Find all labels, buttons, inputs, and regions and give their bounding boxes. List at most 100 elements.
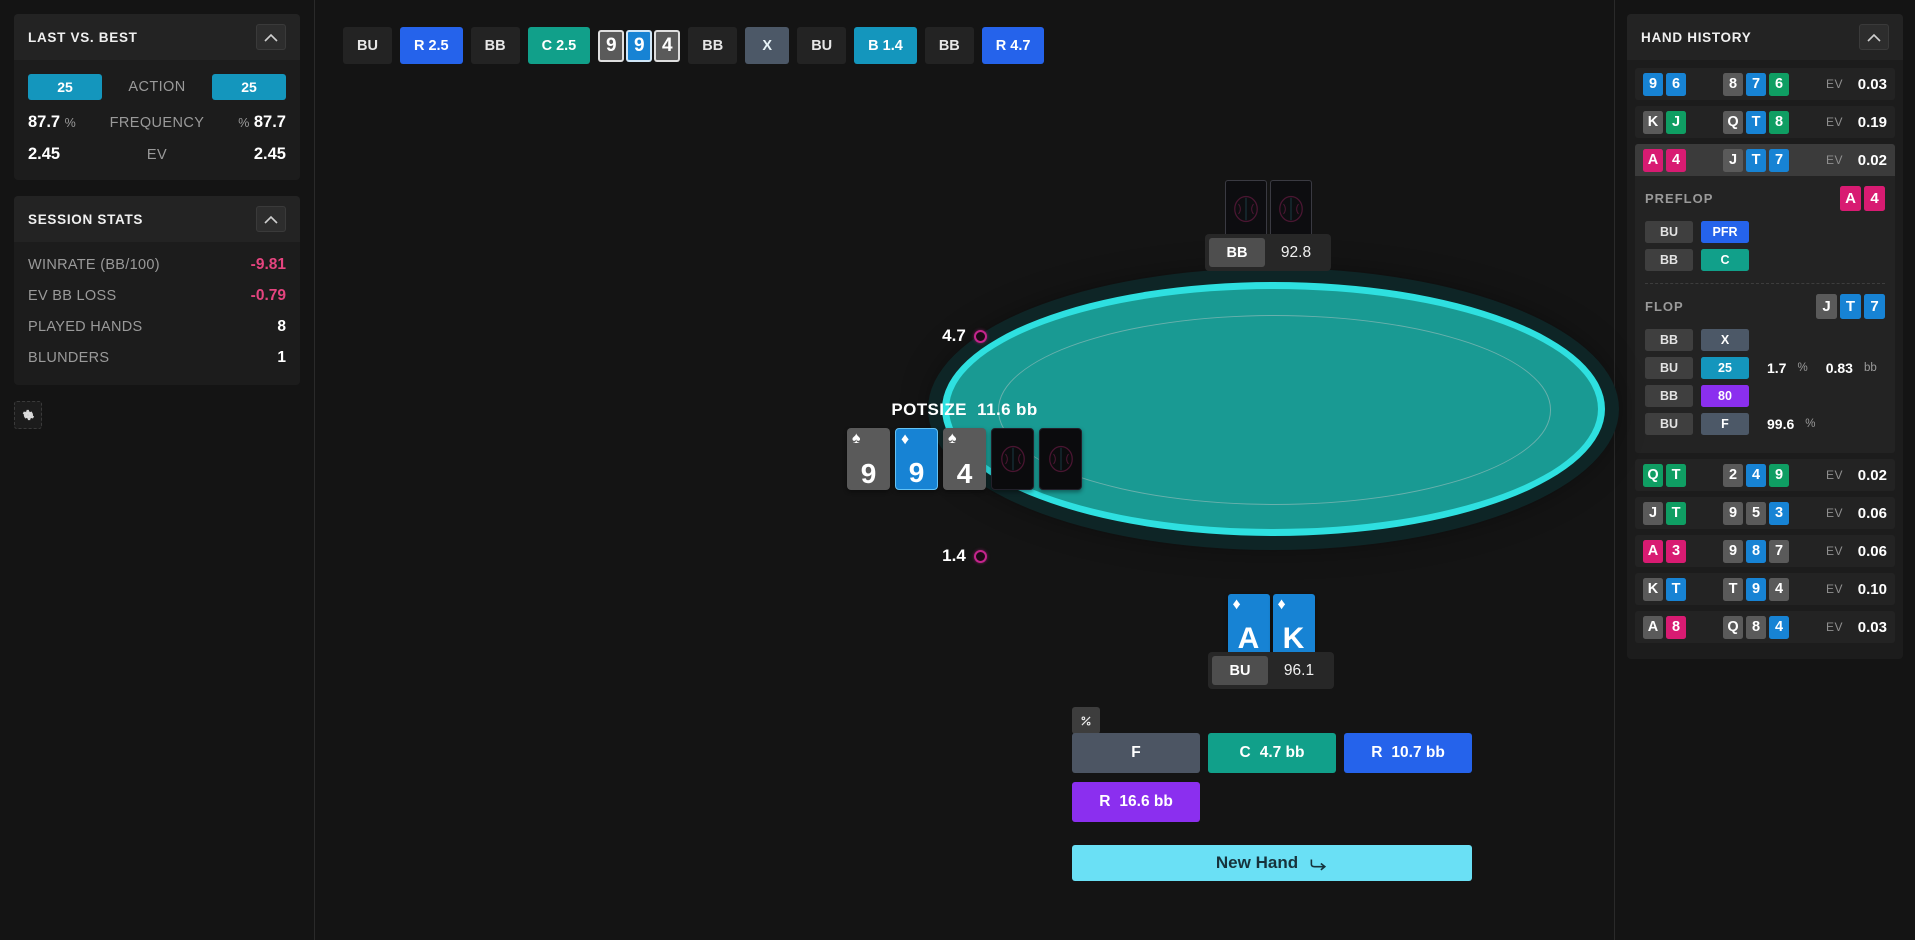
suit-s-icon: ♠ xyxy=(852,430,861,447)
hand-history-hole-card: K xyxy=(1643,110,1663,134)
street-action-position: BB xyxy=(1645,329,1693,351)
session-stats-collapse-button[interactable] xyxy=(256,206,286,232)
hand-history-ev-label: EV xyxy=(1825,77,1843,91)
action-button-amount: 4.7 bb xyxy=(1259,744,1305,761)
street-cards: A4 xyxy=(1840,186,1885,211)
street-action-pct: 1.7 xyxy=(1767,360,1787,376)
last-vs-best-panel: LAST VS. BEST 25 ACTION 25 87.7 % FREQUE… xyxy=(14,14,300,180)
hand-history-board-card: 7 xyxy=(1769,148,1789,172)
hand-history-row[interactable]: A 8 Q 8 4 EV 0.03 xyxy=(1635,611,1895,643)
settings-button[interactable] xyxy=(14,401,42,429)
session-stats-panel: SESSION STATS WINRATE (BB/100) -9.81 EV BB… xyxy=(14,196,300,385)
hand-history-row[interactable]: K J Q T 8 EV 0.19 xyxy=(1635,106,1895,138)
hand-history-detail: PREFLOP A 4 BU PFR BB C FLOP J T 7 BB X BU 25 1.7% 0.83 b… xyxy=(1635,176,1895,453)
last-vs-best-collapse-button[interactable] xyxy=(256,24,286,50)
hand-history-board-card: T xyxy=(1723,577,1743,601)
suit-d-icon: ♦ xyxy=(1277,596,1286,613)
hero-bet: 1.4 xyxy=(315,546,1614,566)
stat-value: -9.81 xyxy=(250,256,286,273)
potsize-label: POTSIZE xyxy=(891,400,967,419)
stat-row: PLAYED HANDS 8 xyxy=(28,318,286,336)
lvb-frequency-right: 87.7 xyxy=(253,113,286,131)
hand-history-ev-value: 0.02 xyxy=(1857,466,1887,484)
card-back-pattern-icon xyxy=(1233,195,1258,223)
hand-history-board-card: 7 xyxy=(1746,72,1766,96)
street-action-badge[interactable]: 25 xyxy=(1701,357,1749,379)
hand-history-ev-label: EV xyxy=(1825,115,1843,129)
hand-history-ev-value: 0.03 xyxy=(1857,618,1887,636)
lvb-action-label: ACTION xyxy=(128,79,186,95)
street-action-badge[interactable]: X xyxy=(1701,329,1749,351)
last-vs-best-body: 25 ACTION 25 87.7 % FREQUENCY % 87.7 2.4… xyxy=(14,60,300,180)
hand-history-board-card: 7 xyxy=(1769,539,1789,563)
hand-history-row[interactable]: J T 9 5 3 EV 0.06 xyxy=(1635,497,1895,529)
hand-history-hole-card: 4 xyxy=(1666,148,1686,172)
action-button-action: F xyxy=(1131,744,1141,761)
app-root: LAST VS. BEST 25 ACTION 25 87.7 % FREQUE… xyxy=(0,0,1915,940)
last-vs-best-header: LAST VS. BEST xyxy=(14,14,300,60)
hand-history-ev-value: 0.02 xyxy=(1857,151,1887,169)
left-sidebar: LAST VS. BEST 25 ACTION 25 87.7 % FREQUE… xyxy=(0,0,315,940)
action-button-amount: 16.6 bb xyxy=(1119,793,1173,810)
street-card: A xyxy=(1840,186,1861,211)
street-action-badge[interactable]: F xyxy=(1701,413,1749,435)
hand-history-row[interactable]: K T T 9 4 EV 0.10 xyxy=(1635,573,1895,605)
hand-history-row[interactable]: Q T 2 4 9 EV 0.02 xyxy=(1635,459,1895,491)
action-button-action: R xyxy=(1099,793,1111,810)
card-back-pattern-icon xyxy=(1048,445,1073,473)
hero-hole-cards: ♦ A ♦ K xyxy=(1208,594,1334,656)
lvb-action-row: 25 ACTION 25 xyxy=(28,74,286,100)
stat-value: -0.79 xyxy=(250,287,286,304)
action-button-raise[interactable]: R 10.7 bb xyxy=(1344,733,1472,773)
seat-hero: ♦ A ♦ K BU 96.1 xyxy=(1208,594,1334,689)
opponent-position-badge[interactable]: BB xyxy=(1209,238,1265,267)
action-button-action: C xyxy=(1239,744,1251,761)
hero-position-badge[interactable]: BU xyxy=(1212,656,1268,685)
hand-history-board-cards: JT7 xyxy=(1723,148,1826,172)
lvb-ev-row: 2.45 EV 2.45 xyxy=(28,145,286,164)
street-header: PREFLOP A 4 xyxy=(1645,186,1885,211)
suit-d-icon: ♦ xyxy=(1232,596,1241,613)
lvb-action-right[interactable]: 25 xyxy=(212,74,286,100)
hand-history-hole-card: 6 xyxy=(1666,72,1686,96)
hand-history-row[interactable]: 9 6 8 7 6 EV 0.03 xyxy=(1635,68,1895,100)
hand-history-board-card: 9 xyxy=(1769,463,1789,487)
hand-history-row[interactable]: A 4 J T 7 EV 0.02 xyxy=(1635,144,1895,176)
action-button-call[interactable]: C 4.7 bb xyxy=(1208,733,1336,773)
hand-history-hole-cards: KT xyxy=(1643,577,1701,601)
lvb-action-left[interactable]: 25 xyxy=(28,74,102,100)
new-hand-button[interactable]: New Hand xyxy=(1072,845,1472,881)
lvb-frequency-left-unit: % xyxy=(64,116,76,130)
hand-history-board-card: 9 xyxy=(1746,577,1766,601)
street-cards: JT7 xyxy=(1816,294,1885,319)
action-button-allin[interactable]: R 16.6 bb xyxy=(1072,782,1200,822)
street-action-badge[interactable]: C xyxy=(1701,249,1749,271)
street-action-row: BU 25 1.7% 0.83 bb xyxy=(1645,357,1885,379)
hand-history-board-cards: 987 xyxy=(1723,539,1826,563)
stat-label: EV BB LOSS xyxy=(28,288,117,304)
hand-history-title: HAND HISTORY xyxy=(1641,29,1752,45)
street-action-badge[interactable]: PFR xyxy=(1701,221,1749,243)
hand-history-hole-cards: A4 xyxy=(1643,148,1701,172)
session-stats-title: SESSION STATS xyxy=(28,211,144,227)
lvb-frequency-left-wrap: 87.7 % xyxy=(28,113,102,132)
action-button-fold[interactable]: F xyxy=(1072,733,1200,773)
card-rank: A xyxy=(1237,622,1260,655)
hand-history-hole-card: A xyxy=(1643,148,1663,172)
hand-history-collapse-button[interactable] xyxy=(1859,24,1889,50)
card-back xyxy=(1224,180,1267,238)
action-button-action: R xyxy=(1371,744,1383,761)
percent-toggle-button[interactable] xyxy=(1072,707,1100,734)
opponent-hole-cards xyxy=(1205,180,1331,238)
hand-history-hole-card: Q xyxy=(1643,463,1663,487)
hero-card: ♦ K xyxy=(1272,594,1315,656)
hand-history-row[interactable]: A 3 9 8 7 EV 0.06 xyxy=(1635,535,1895,567)
board-card-back xyxy=(991,428,1034,490)
hand-history-hole-card: 9 xyxy=(1643,72,1663,96)
street-action-badge[interactable]: 80 xyxy=(1701,385,1749,407)
hand-history-board-card: T xyxy=(1746,148,1766,172)
stat-value: 1 xyxy=(277,349,286,366)
street-action-row: BU PFR xyxy=(1645,221,1885,243)
last-vs-best-title: LAST VS. BEST xyxy=(28,29,138,45)
board-cards: ♠ 9 ♦ 9 ♠ 4 xyxy=(315,428,1614,490)
